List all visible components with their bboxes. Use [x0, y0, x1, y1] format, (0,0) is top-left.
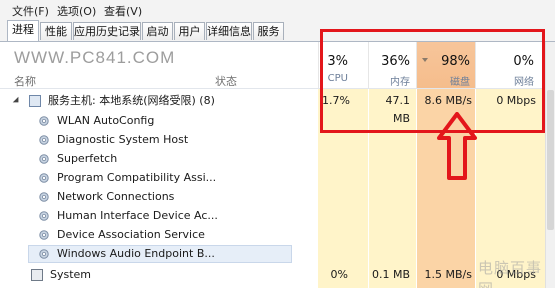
process-name: System [50, 268, 92, 281]
service-name: Windows Audio Endpoint B... [57, 247, 215, 260]
tab-details[interactable]: 详细信息 [206, 22, 252, 40]
system-icon [31, 269, 43, 281]
menu-options[interactable]: 选项(O) [57, 3, 96, 19]
collapse-arrow-icon[interactable] [12, 96, 22, 106]
service-name: Device Association Service [57, 228, 205, 241]
service-row[interactable]: Device Association Service [0, 226, 545, 244]
disk-value: 1.5 MB/s [424, 268, 472, 281]
gear-icon [39, 116, 49, 126]
scrollbar-thumb[interactable] [547, 90, 554, 230]
gear-icon [39, 192, 49, 202]
memory-value: 0.1 MB [371, 268, 410, 281]
service-name: WLAN AutoConfig [57, 114, 155, 127]
tab-performance[interactable]: 性能 [40, 22, 72, 40]
service-name: Network Connections [57, 190, 175, 203]
gear-icon [39, 135, 49, 145]
gear-icon [39, 230, 49, 240]
watermark: WWW.PC841.COM [14, 48, 176, 67]
watermark-bottom: 电脑百事网 [478, 259, 543, 288]
task-manager-window: 文件(F) 选项(O) 查看(V) 进程 性能 应用历史记录 启动 用户 详细信… [0, 0, 555, 288]
gear-icon [39, 211, 49, 221]
service-row-selected[interactable]: Windows Audio Endpoint B... [0, 245, 545, 263]
service-row[interactable]: Human Interface Device Ac... [0, 207, 545, 225]
gear-icon [39, 249, 49, 259]
tab-users[interactable]: 用户 [174, 22, 205, 40]
vertical-scrollbar[interactable] [545, 42, 555, 288]
tab-startup[interactable]: 启动 [142, 22, 173, 40]
service-name: Superfetch [57, 152, 118, 165]
service-name: Diagnostic System Host [57, 133, 189, 146]
column-name[interactable]: 名称 [14, 73, 36, 89]
annotation-box [320, 29, 545, 133]
column-status[interactable]: 状态 [215, 73, 237, 89]
column-divider [318, 42, 319, 88]
tab-app-history[interactable]: 应用历史记录 [73, 22, 141, 40]
menu-view[interactable]: 查看(V) [104, 3, 142, 19]
menu-bar: 文件(F) 选项(O) 查看(V) [0, 0, 555, 19]
service-name: Human Interface Device Ac... [57, 209, 218, 222]
gear-icon [39, 154, 49, 164]
service-name: Program Compatibility Assi... [57, 171, 217, 184]
process-name: 服务主机: 本地系统(网络受限) (8) [48, 94, 215, 107]
process-row[interactable]: System 0% 0.1 MB 1.5 MB/s 0 Mbps [0, 266, 545, 284]
service-row[interactable]: Network Connections [0, 188, 545, 206]
gear-icon [39, 173, 49, 183]
menu-file[interactable]: 文件(F) [12, 3, 49, 19]
service-host-icon [29, 95, 41, 107]
tab-processes[interactable]: 进程 [7, 20, 39, 41]
tab-services[interactable]: 服务 [253, 22, 284, 40]
cpu-value: 0% [330, 268, 348, 281]
annotation-arrow-icon [437, 112, 477, 180]
